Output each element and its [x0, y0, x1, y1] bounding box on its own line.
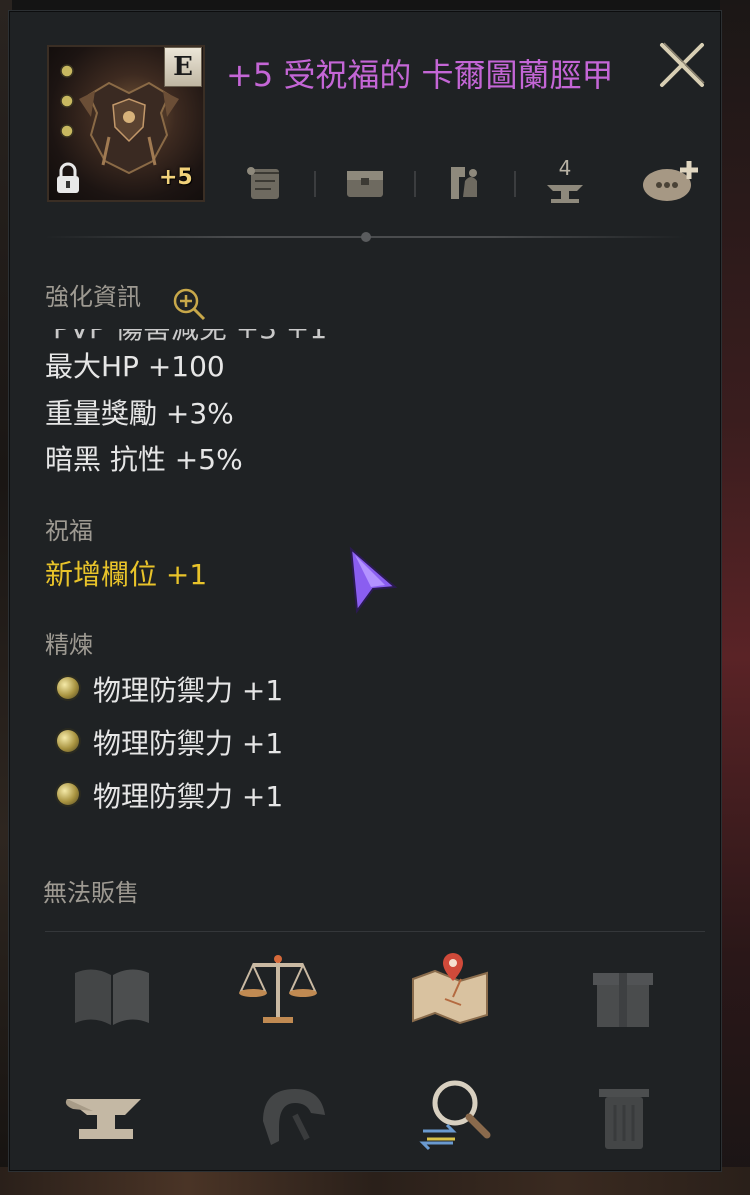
stat-line: 最大HP +100 [45, 350, 225, 383]
anvil-level-icon[interactable]: 4 [537, 151, 593, 211]
background-right [720, 0, 750, 1195]
enhance-level-badge: +5 [159, 165, 193, 190]
toolbar-divider [314, 171, 316, 197]
grade-badge: E [164, 47, 202, 87]
unsellable-label: 無法販售 [43, 879, 139, 907]
chest-icon[interactable] [337, 151, 393, 211]
scroll-icon[interactable] [237, 151, 293, 211]
helmet-icon[interactable] [245, 1075, 335, 1155]
refine-item-text: 物理防禦力 +1 [93, 674, 284, 707]
blessing-label: 祝福 [45, 517, 93, 545]
trash-icon[interactable] [579, 1075, 669, 1155]
magnify-swap-icon[interactable] [413, 1073, 503, 1153]
gem-icon [57, 783, 79, 805]
header-divider-dot [361, 232, 371, 242]
anvil-icon[interactable] [63, 1077, 153, 1157]
book-icon[interactable] [67, 955, 157, 1035]
close-icon[interactable] [654, 37, 710, 93]
refine-item-text: 物理防禦力 +1 [93, 780, 284, 813]
gift-box-icon[interactable] [577, 955, 667, 1035]
socket-gems-icon [60, 64, 74, 138]
mouse-cursor-icon [349, 546, 398, 614]
map-pin-icon[interactable] [405, 949, 495, 1029]
item-toolbar: 4 [219, 151, 709, 221]
stat-line: 重量獎勵 +3% [45, 397, 234, 430]
gem-icon [57, 730, 79, 752]
item-title: +5 受祝福的 卡爾圖蘭脛甲 [226, 56, 614, 94]
scales-icon[interactable] [233, 949, 323, 1029]
bag-transfer-icon[interactable] [437, 151, 493, 211]
blessing-value: 新增欄位 +1 [45, 558, 208, 591]
partial-stat-line: PVP 傷害減免 +3 +1 [53, 329, 373, 343]
refine-label: 精煉 [45, 631, 93, 659]
gem-icon [57, 677, 79, 699]
toolbar-divider [514, 171, 516, 197]
chat-add-icon[interactable] [639, 151, 703, 211]
stat-line: 暗黑 抗性 +5% [45, 443, 243, 476]
lock-icon[interactable] [53, 161, 83, 195]
zoom-in-icon[interactable] [171, 286, 207, 322]
refine-item-text: 物理防禦力 +1 [93, 727, 284, 760]
enhance-info-label: 強化資訊 [45, 283, 141, 311]
footer-divider [45, 931, 705, 932]
anvil-level-text: 4 [559, 156, 572, 180]
toolbar-divider [414, 171, 416, 197]
